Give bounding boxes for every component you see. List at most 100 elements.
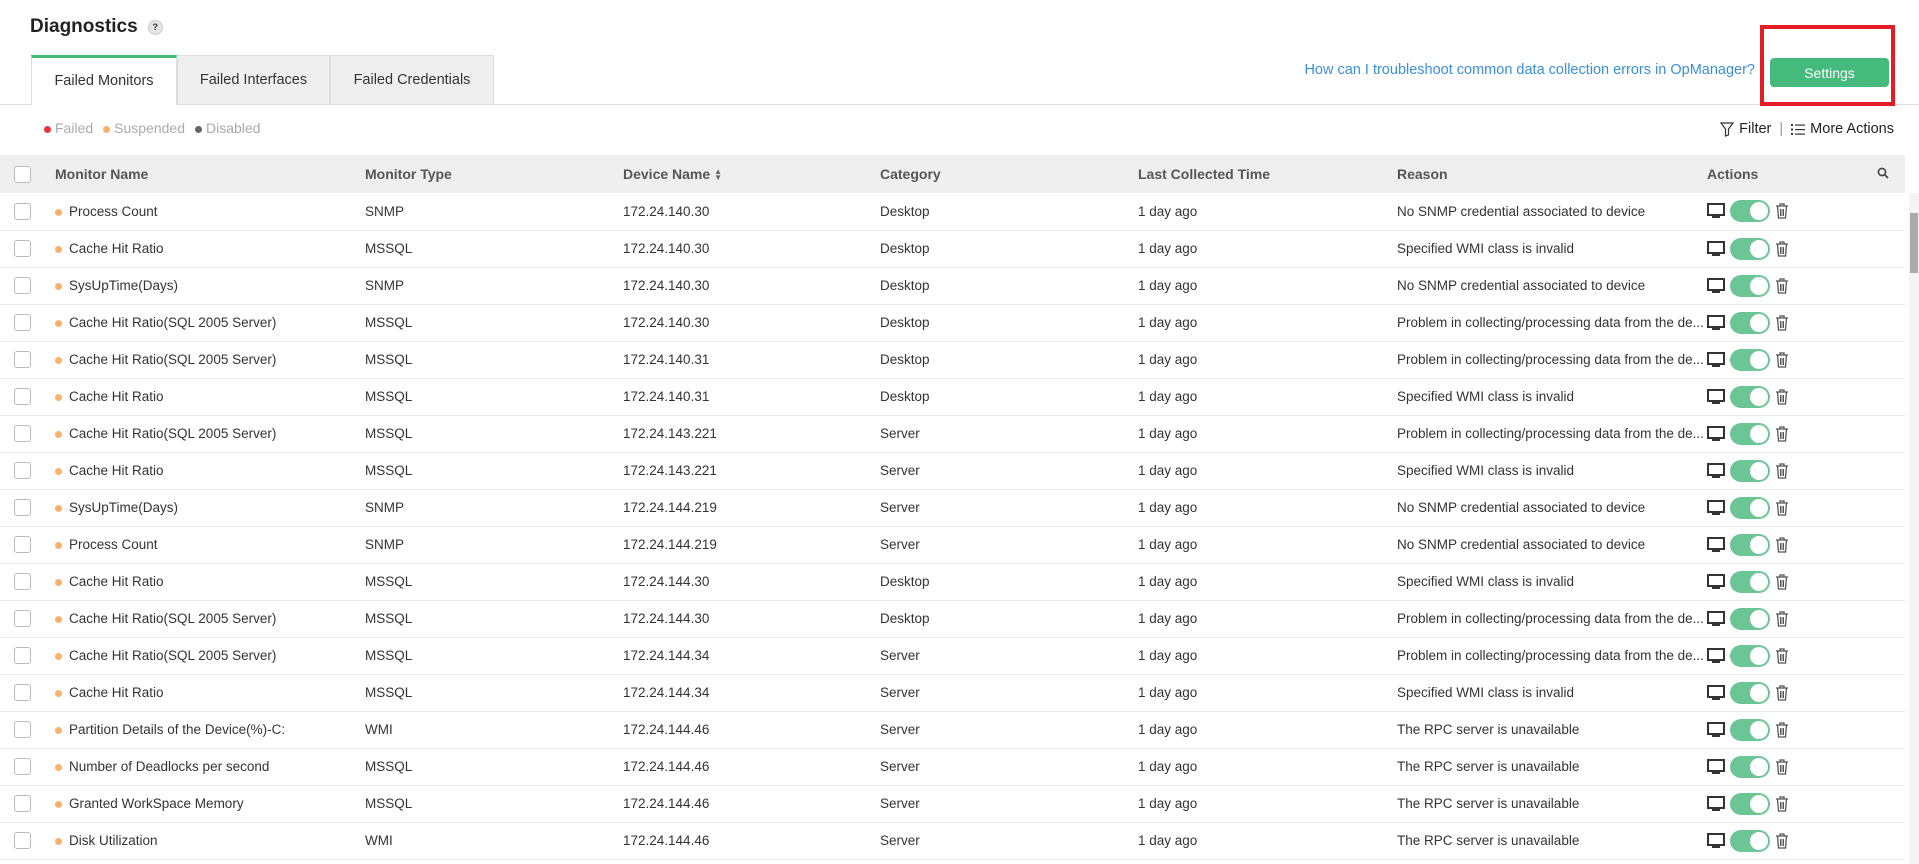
row-checkbox[interactable] bbox=[14, 610, 31, 627]
monitor-name-cell[interactable]: Cache Hit Ratio bbox=[55, 452, 365, 489]
monitor-icon[interactable] bbox=[1707, 610, 1725, 627]
device-name[interactable]: 172.24.143.221 bbox=[623, 452, 880, 489]
table-row[interactable]: Cache Hit Ratio(SQL 2005 Server) MSSQL 172… bbox=[0, 341, 1905, 378]
monitor-icon[interactable] bbox=[1707, 240, 1725, 257]
device-name[interactable]: 172.24.140.31 bbox=[623, 341, 880, 378]
device-name[interactable]: 172.24.144.46 bbox=[623, 822, 880, 859]
enable-toggle[interactable] bbox=[1730, 459, 1770, 482]
monitor-name-cell[interactable]: Process Count bbox=[55, 193, 365, 230]
monitor-icon[interactable] bbox=[1707, 721, 1725, 738]
table-row[interactable]: SysUpTime(Days) SNMP 172.24.140.30 Desktop 1… bbox=[0, 267, 1905, 304]
monitor-icon[interactable] bbox=[1707, 351, 1725, 368]
delete-icon[interactable] bbox=[1775, 795, 1789, 812]
column-monitor-type[interactable]: Monitor Type bbox=[365, 155, 623, 193]
enable-toggle[interactable] bbox=[1730, 385, 1770, 408]
monitor-icon[interactable] bbox=[1707, 314, 1725, 331]
row-checkbox[interactable] bbox=[14, 499, 31, 516]
delete-icon[interactable] bbox=[1775, 721, 1789, 738]
monitor-name-cell[interactable]: Cache Hit Ratio(SQL 2005 Server) bbox=[55, 415, 365, 452]
monitor-icon[interactable] bbox=[1707, 684, 1725, 701]
monitor-name-cell[interactable]: Cache Hit Ratio bbox=[55, 563, 365, 600]
monitor-name-cell[interactable]: Process Count bbox=[55, 526, 365, 563]
device-name[interactable]: 172.24.140.30 bbox=[623, 193, 880, 230]
table-row[interactable]: Cache Hit Ratio(SQL 2005 Server) MSSQL 172… bbox=[0, 304, 1905, 341]
delete-icon[interactable] bbox=[1775, 647, 1789, 664]
row-checkbox[interactable] bbox=[14, 647, 31, 664]
monitor-name-cell[interactable]: Cache Hit Ratio bbox=[55, 378, 365, 415]
enable-toggle[interactable] bbox=[1730, 792, 1770, 815]
device-name[interactable]: 172.24.144.30 bbox=[623, 563, 880, 600]
monitor-name-cell[interactable]: SysUpTime(Days) bbox=[55, 267, 365, 304]
delete-icon[interactable] bbox=[1775, 758, 1789, 775]
tab-failed-interfaces[interactable]: Failed Interfaces bbox=[177, 55, 330, 105]
help-icon[interactable]: ? bbox=[147, 19, 163, 35]
troubleshoot-help-link[interactable]: How can I troubleshoot common data colle… bbox=[1304, 62, 1755, 78]
enable-toggle[interactable] bbox=[1730, 755, 1770, 778]
enable-toggle[interactable] bbox=[1730, 718, 1770, 741]
delete-icon[interactable] bbox=[1775, 684, 1789, 701]
delete-icon[interactable] bbox=[1775, 277, 1789, 294]
table-row[interactable]: Cache Hit Ratio(SQL 2005 Server) MSSQL 172… bbox=[0, 415, 1905, 452]
settings-button[interactable]: Settings bbox=[1770, 58, 1889, 87]
vertical-scrollbar[interactable] bbox=[1909, 193, 1919, 864]
enable-toggle[interactable] bbox=[1730, 644, 1770, 667]
monitor-icon[interactable] bbox=[1707, 462, 1725, 479]
table-row[interactable]: Cache Hit Ratio(SQL 2005 Server) MSSQL 172… bbox=[0, 637, 1905, 674]
tab-failed-credentials[interactable]: Failed Credentials bbox=[330, 55, 494, 105]
table-row[interactable]: Cache Hit Ratio MSSQL 172.24.144.34 Server 1… bbox=[0, 674, 1905, 711]
delete-icon[interactable] bbox=[1775, 462, 1789, 479]
monitor-name-cell[interactable]: Cache Hit Ratio(SQL 2005 Server) bbox=[55, 341, 365, 378]
enable-toggle[interactable] bbox=[1730, 607, 1770, 630]
monitor-name-cell[interactable]: Cache Hit Ratio(SQL 2005 Server) bbox=[55, 637, 365, 674]
table-row[interactable]: Disk Utilization WMI 172.24.144.46 Server 1 … bbox=[0, 822, 1905, 859]
row-checkbox[interactable] bbox=[14, 758, 31, 775]
row-checkbox[interactable] bbox=[14, 351, 31, 368]
column-reason[interactable]: Reason bbox=[1397, 155, 1707, 193]
monitor-icon[interactable] bbox=[1707, 795, 1725, 812]
monitor-name-cell[interactable]: Cache Hit Ratio bbox=[55, 230, 365, 267]
row-checkbox[interactable] bbox=[14, 240, 31, 257]
device-name[interactable]: 172.24.140.30 bbox=[623, 230, 880, 267]
monitor-name-cell[interactable]: Cache Hit Ratio(SQL 2005 Server) bbox=[55, 600, 365, 637]
monitor-icon[interactable] bbox=[1707, 758, 1725, 775]
delete-icon[interactable] bbox=[1775, 499, 1789, 516]
select-all-checkbox[interactable] bbox=[14, 165, 31, 183]
device-name[interactable]: 172.24.143.221 bbox=[623, 415, 880, 452]
device-name[interactable]: 172.24.144.46 bbox=[623, 785, 880, 822]
device-name[interactable]: 172.24.140.30 bbox=[623, 304, 880, 341]
monitor-icon[interactable] bbox=[1707, 425, 1725, 442]
row-checkbox[interactable] bbox=[14, 721, 31, 738]
device-name[interactable]: 172.24.140.30 bbox=[623, 267, 880, 304]
device-name[interactable]: 172.24.140.31 bbox=[623, 378, 880, 415]
delete-icon[interactable] bbox=[1775, 536, 1789, 553]
delete-icon[interactable] bbox=[1775, 610, 1789, 627]
delete-icon[interactable] bbox=[1775, 240, 1789, 257]
enable-toggle[interactable] bbox=[1730, 348, 1770, 371]
monitor-icon[interactable] bbox=[1707, 499, 1725, 516]
monitor-icon[interactable] bbox=[1707, 388, 1725, 405]
column-category[interactable]: Category bbox=[880, 155, 1138, 193]
table-row[interactable]: Cache Hit Ratio MSSQL 172.24.140.30 Desktop… bbox=[0, 230, 1905, 267]
monitor-icon[interactable] bbox=[1707, 573, 1725, 590]
enable-toggle[interactable] bbox=[1730, 681, 1770, 704]
row-checkbox[interactable] bbox=[14, 832, 31, 849]
monitor-icon[interactable] bbox=[1707, 277, 1725, 294]
device-name[interactable]: 172.24.144.34 bbox=[623, 637, 880, 674]
enable-toggle[interactable] bbox=[1730, 422, 1770, 445]
row-checkbox[interactable] bbox=[14, 202, 31, 220]
row-checkbox[interactable] bbox=[14, 536, 31, 553]
row-checkbox[interactable] bbox=[14, 388, 31, 405]
monitor-icon[interactable] bbox=[1707, 647, 1725, 664]
row-checkbox[interactable] bbox=[14, 462, 31, 479]
table-row[interactable]: Cache Hit Ratio MSSQL 172.24.144.30 Desktop… bbox=[0, 563, 1905, 600]
table-row[interactable]: Process Count SNMP 172.24.144.219 Server 1 d… bbox=[0, 526, 1905, 563]
row-checkbox[interactable] bbox=[14, 684, 31, 701]
delete-icon[interactable] bbox=[1775, 203, 1789, 219]
row-checkbox[interactable] bbox=[14, 314, 31, 331]
monitor-name-cell[interactable]: Disk Utilization bbox=[55, 822, 365, 859]
device-name[interactable]: 172.24.144.219 bbox=[623, 489, 880, 526]
enable-toggle[interactable] bbox=[1730, 533, 1770, 556]
enable-toggle[interactable] bbox=[1730, 200, 1770, 223]
scrollbar-thumb[interactable] bbox=[1910, 213, 1918, 273]
column-monitor-name[interactable]: Monitor Name bbox=[55, 155, 365, 193]
